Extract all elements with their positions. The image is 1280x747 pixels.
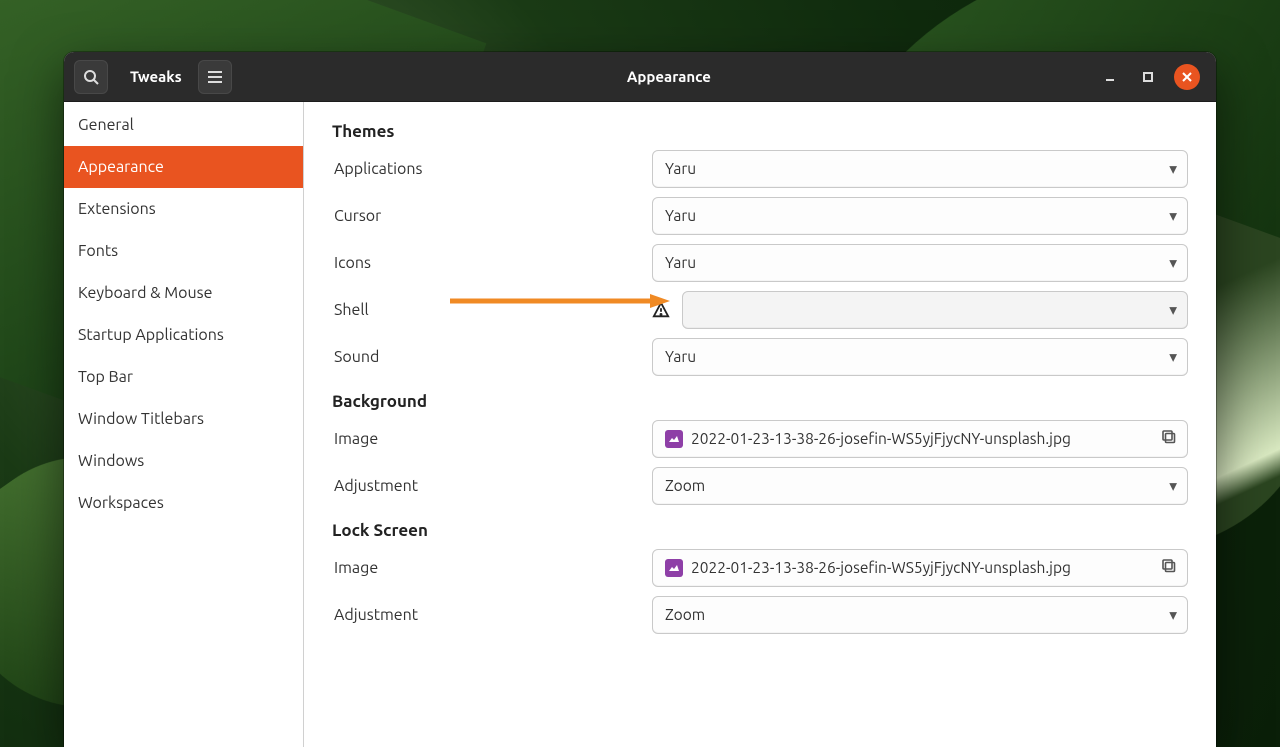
sidebar-item-label: Extensions xyxy=(78,200,156,218)
select-value: Zoom xyxy=(665,606,1169,623)
minimize-icon xyxy=(1104,71,1116,83)
sidebar-item-top-bar[interactable]: Top Bar xyxy=(64,356,303,398)
search-button[interactable] xyxy=(74,60,108,94)
browse-icon xyxy=(1153,558,1177,577)
row-label: Adjustment xyxy=(332,477,652,495)
row-label: Image xyxy=(332,430,652,448)
chevron-down-icon: ▾ xyxy=(1169,207,1177,225)
select-value: Yaru xyxy=(665,254,1169,271)
select-value: Yaru xyxy=(665,160,1169,177)
chevron-down-icon: ▾ xyxy=(1169,348,1177,366)
sidebar-item-label: Startup Applications xyxy=(78,326,224,344)
row-background-adjustment: Adjustment Zoom ▾ xyxy=(332,462,1188,509)
row-icons: Icons Yaru ▾ xyxy=(332,239,1188,286)
browse-icon xyxy=(1153,429,1177,448)
sidebar-item-label: Fonts xyxy=(78,242,118,260)
sidebar-item-keyboard-mouse[interactable]: Keyboard & Mouse xyxy=(64,272,303,314)
file-name: 2022-01-23-13-38-26-josefin-WS5yjFjycNY-… xyxy=(691,559,1153,576)
sound-theme-select[interactable]: Yaru ▾ xyxy=(652,338,1188,376)
sidebar-item-appearance[interactable]: Appearance xyxy=(64,146,303,188)
sidebar: General Appearance Extensions Fonts Keyb… xyxy=(64,102,304,747)
sidebar-item-extensions[interactable]: Extensions xyxy=(64,188,303,230)
row-label: Adjustment xyxy=(332,606,652,624)
chevron-down-icon: ▾ xyxy=(1169,606,1177,624)
sidebar-item-startup-applications[interactable]: Startup Applications xyxy=(64,314,303,356)
sidebar-item-window-titlebars[interactable]: Window Titlebars xyxy=(64,398,303,440)
section-title-lockscreen: Lock Screen xyxy=(332,521,1188,540)
row-label: Icons xyxy=(332,254,652,272)
chevron-down-icon: ▾ xyxy=(1169,477,1177,495)
select-value: Zoom xyxy=(665,477,1169,494)
page-title: Appearance xyxy=(240,68,1098,85)
row-lockscreen-image: Image 2022-01-23-13-38-26-josefin-WS5yjF… xyxy=(332,544,1188,591)
section-title-background: Background xyxy=(332,392,1188,411)
sidebar-item-label: Appearance xyxy=(78,158,164,176)
sidebar-item-windows[interactable]: Windows xyxy=(64,440,303,482)
sidebar-item-fonts[interactable]: Fonts xyxy=(64,230,303,272)
row-sound: Sound Yaru ▾ xyxy=(332,333,1188,380)
row-label: Sound xyxy=(332,348,652,366)
row-label: Shell xyxy=(332,301,652,319)
sidebar-item-label: General xyxy=(78,116,134,134)
image-file-icon xyxy=(665,559,683,577)
shell-theme-select: ▾ xyxy=(682,291,1188,329)
maximize-button[interactable] xyxy=(1136,65,1160,89)
chevron-down-icon: ▾ xyxy=(1169,254,1177,272)
sidebar-item-general[interactable]: General xyxy=(64,104,303,146)
row-label: Applications xyxy=(332,160,652,178)
window-controls xyxy=(1098,64,1206,90)
sidebar-item-label: Top Bar xyxy=(78,368,133,386)
file-name: 2022-01-23-13-38-26-josefin-WS5yjFjycNY-… xyxy=(691,430,1153,447)
lockscreen-image-chooser[interactable]: 2022-01-23-13-38-26-josefin-WS5yjFjycNY-… xyxy=(652,549,1188,587)
row-cursor: Cursor Yaru ▾ xyxy=(332,192,1188,239)
row-label: Cursor xyxy=(332,207,652,225)
search-icon xyxy=(83,69,99,85)
image-file-icon xyxy=(665,430,683,448)
tweaks-window: Tweaks Appearance General Appearance Ext… xyxy=(64,52,1216,747)
maximize-icon xyxy=(1142,71,1154,83)
sidebar-item-label: Keyboard & Mouse xyxy=(78,284,212,302)
row-shell: Shell ▾ xyxy=(332,286,1188,333)
content-pane: Themes Applications Yaru ▾ Cursor Yaru ▾ xyxy=(304,102,1216,747)
sidebar-item-label: Windows xyxy=(78,452,144,470)
cursor-theme-select[interactable]: Yaru ▾ xyxy=(652,197,1188,235)
applications-theme-select[interactable]: Yaru ▾ xyxy=(652,150,1188,188)
icons-theme-select[interactable]: Yaru ▾ xyxy=(652,244,1188,282)
chevron-down-icon: ▾ xyxy=(1169,160,1177,178)
row-lockscreen-adjustment: Adjustment Zoom ▾ xyxy=(332,591,1188,638)
row-applications: Applications Yaru ▾ xyxy=(332,145,1188,192)
row-label: Image xyxy=(332,559,652,577)
background-adjustment-select[interactable]: Zoom ▾ xyxy=(652,467,1188,505)
close-icon xyxy=(1181,71,1193,83)
sidebar-item-workspaces[interactable]: Workspaces xyxy=(64,482,303,524)
minimize-button[interactable] xyxy=(1098,65,1122,89)
section-title-themes: Themes xyxy=(332,122,1188,141)
app-name: Tweaks xyxy=(130,68,182,85)
chevron-down-icon: ▾ xyxy=(1169,301,1177,319)
sidebar-item-label: Window Titlebars xyxy=(78,410,204,428)
select-value: Yaru xyxy=(665,207,1169,224)
row-background-image: Image 2022-01-23-13-38-26-josefin-WS5yjF… xyxy=(332,415,1188,462)
background-image-chooser[interactable]: 2022-01-23-13-38-26-josefin-WS5yjFjycNY-… xyxy=(652,420,1188,458)
hamburger-menu-button[interactable] xyxy=(198,60,232,94)
titlebar: Tweaks Appearance xyxy=(64,52,1216,102)
warning-icon xyxy=(652,301,670,319)
sidebar-item-label: Workspaces xyxy=(78,494,164,512)
hamburger-icon xyxy=(207,70,223,84)
select-value: Yaru xyxy=(665,348,1169,365)
lockscreen-adjustment-select[interactable]: Zoom ▾ xyxy=(652,596,1188,634)
close-button[interactable] xyxy=(1174,64,1200,90)
